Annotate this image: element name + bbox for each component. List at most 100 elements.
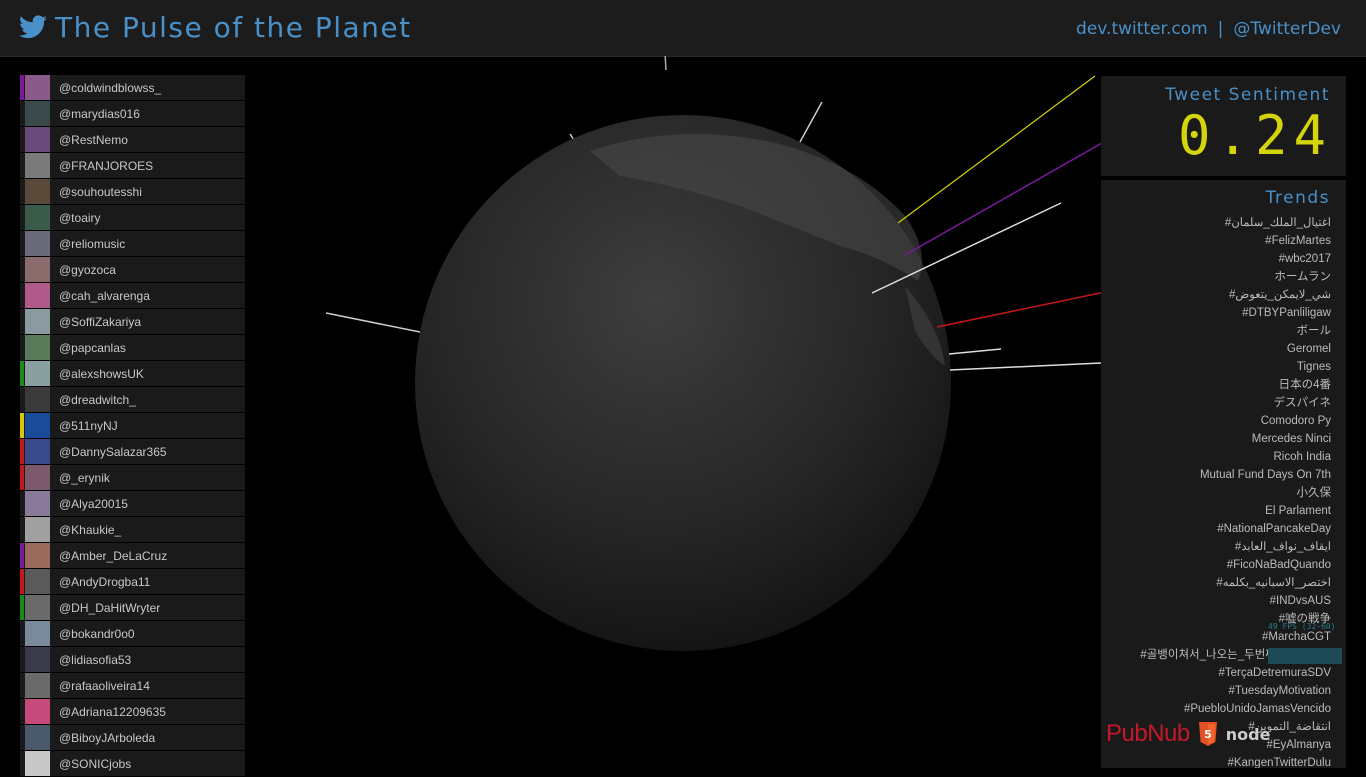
user-handle: @Adriana12209635	[59, 704, 166, 719]
user-handle: @DannySalazar365	[59, 444, 167, 459]
trend-item[interactable]: #TerçaDetremuraSDV	[1140, 664, 1331, 682]
trend-item[interactable]: #PuebloUnidoJamasVencido	[1140, 700, 1331, 718]
twitterdev-link[interactable]: @TwitterDev	[1233, 19, 1341, 39]
trend-item[interactable]: #TuesdayMotivation	[1140, 682, 1332, 700]
user-handle: @toairy	[59, 210, 101, 225]
avatar	[25, 361, 50, 386]
user-row[interactable]: @511nyNJ	[20, 413, 245, 438]
trend-item[interactable]: #INDvsAUS	[1140, 592, 1331, 610]
trend-item[interactable]: Mutual Fund Days On 7th	[1140, 466, 1331, 484]
user-row[interactable]: @Alya20015	[20, 491, 245, 516]
user-row[interactable]: @toairy	[20, 205, 245, 230]
trend-item[interactable]: #شي_لايمكن_يتعوض	[1140, 286, 1331, 304]
trend-item[interactable]: Ricoh India	[1140, 448, 1331, 466]
user-handle: @reliomusic	[59, 236, 126, 251]
avatar	[25, 543, 50, 568]
trend-item[interactable]: #NationalPancakeDay	[1140, 520, 1331, 538]
trend-item[interactable]: #FicoNaBadQuando	[1140, 556, 1331, 574]
user-row[interactable]: @gyozoca	[20, 257, 245, 282]
trend-item[interactable]: ボール	[1140, 322, 1332, 340]
sentiment-value: 0.24	[1177, 104, 1332, 167]
user-row[interactable]: @marydias016	[20, 101, 245, 126]
user-handle: @SONICjobs	[59, 756, 132, 771]
connection-line	[897, 75, 1096, 224]
user-row[interactable]: @cah_alvarenga	[20, 283, 245, 308]
avatar	[25, 231, 50, 256]
user-row[interactable]: @lidiasofia53	[20, 647, 245, 672]
fps-text: 49 FPS (32-60)	[1268, 622, 1336, 631]
user-row[interactable]: @coldwindblowss_	[20, 75, 245, 100]
user-row[interactable]: @SoffiZakariya	[20, 309, 245, 334]
user-row[interactable]: @DH_DaHitWryter	[20, 595, 245, 620]
trend-item[interactable]: Geromel	[1140, 340, 1331, 358]
avatar	[25, 569, 50, 594]
user-row[interactable]: @reliomusic	[20, 231, 245, 256]
trend-item[interactable]: #DTBYPanliligaw	[1140, 304, 1331, 322]
user-row[interactable]: @BiboyJArboleda	[20, 725, 245, 750]
user-row[interactable]: @RestNemo	[20, 127, 245, 152]
sentiment-label: Tweet Sentiment	[1165, 85, 1330, 105]
connection-line	[948, 348, 1002, 355]
user-handle: @rafaaoliveira14	[59, 678, 150, 693]
user-handle: @dreadwitch_	[59, 392, 136, 407]
avatar	[25, 257, 50, 282]
fps-meter[interactable]: 49 FPS (32-60)	[1268, 622, 1342, 664]
avatar	[25, 127, 50, 152]
trend-item[interactable]: Comodoro Py	[1140, 412, 1331, 430]
user-handle: @511nyNJ	[59, 418, 118, 433]
page-title: The Pulse of the Planet	[55, 11, 412, 44]
avatar	[25, 595, 50, 620]
trend-item[interactable]: #FelizMartes	[1140, 232, 1331, 250]
connection-line	[799, 101, 823, 143]
user-row[interactable]: @FRANJOROES	[20, 153, 245, 178]
user-handle: @FRANJOROES	[59, 158, 154, 173]
user-handle: @Amber_DeLaCruz	[59, 548, 168, 563]
user-row[interactable]: @papcanlas	[20, 335, 245, 360]
user-row[interactable]: @Khaukie_	[20, 517, 245, 542]
avatar	[25, 387, 50, 412]
avatar	[25, 335, 50, 360]
trend-item[interactable]: 小久保	[1140, 484, 1332, 502]
user-row[interactable]: @alexshowsUK	[20, 361, 245, 386]
trend-item[interactable]: #KangenTwitterDulu	[1140, 754, 1331, 768]
user-row[interactable]: @AndyDrogba11	[20, 569, 245, 594]
trend-item[interactable]: #wbc2017	[1140, 250, 1331, 268]
user-handle: @DH_DaHitWryter	[59, 600, 161, 615]
trend-item[interactable]: デスパイネ	[1140, 394, 1332, 412]
avatar	[25, 153, 50, 178]
avatar	[25, 621, 50, 646]
sentiment-panel: Tweet Sentiment 0.24	[1101, 76, 1346, 176]
avatar	[25, 699, 50, 724]
avatar	[25, 647, 50, 672]
trend-item[interactable]: El Parlament	[1140, 502, 1331, 520]
user-handle: @gyozoca	[59, 262, 116, 277]
trend-item[interactable]: Tignes	[1140, 358, 1331, 376]
avatar	[25, 465, 50, 490]
user-row[interactable]: @DannySalazar365	[20, 439, 245, 464]
user-handle: @alexshowsUK	[59, 366, 144, 381]
user-handle: @BiboyJArboleda	[59, 730, 156, 745]
trend-item[interactable]: #اختصر_الاسبانيه_بكلمه	[1140, 574, 1331, 592]
avatar	[25, 413, 50, 438]
user-row[interactable]: @Adriana12209635	[20, 699, 245, 724]
user-row[interactable]: @SONICjobs	[20, 751, 245, 776]
user-row[interactable]: @souhoutesshi	[20, 179, 245, 204]
twitter-bird-icon	[19, 15, 47, 39]
user-row[interactable]: @bokandr0o0	[20, 621, 245, 646]
avatar	[25, 439, 50, 464]
trend-list: #اغتيال_الملك_سلمان #FelizMartes #wbc201…	[1140, 214, 1331, 768]
trend-item[interactable]: ホームラン	[1140, 268, 1331, 286]
node-logo: node	[1225, 724, 1271, 744]
trend-item[interactable]: 日本の4番	[1140, 376, 1331, 394]
user-row[interactable]: @Amber_DeLaCruz	[20, 543, 245, 568]
trend-item[interactable]: #اغتيال_الملك_سلمان	[1140, 214, 1331, 232]
user-row[interactable]: @_erynik	[20, 465, 245, 490]
dev-twitter-link[interactable]: dev.twitter.com	[1076, 19, 1208, 39]
link-separator: |	[1217, 19, 1224, 39]
user-row[interactable]: @rafaaoliveira14	[20, 673, 245, 698]
trend-item[interactable]: #ايقاف_نواف_العابد	[1140, 538, 1331, 556]
connection-line	[949, 362, 1102, 371]
trend-item[interactable]: Mercedes Ninci	[1140, 430, 1331, 448]
user-handle: @_erynik	[59, 470, 110, 485]
user-row[interactable]: @dreadwitch_	[20, 387, 245, 412]
